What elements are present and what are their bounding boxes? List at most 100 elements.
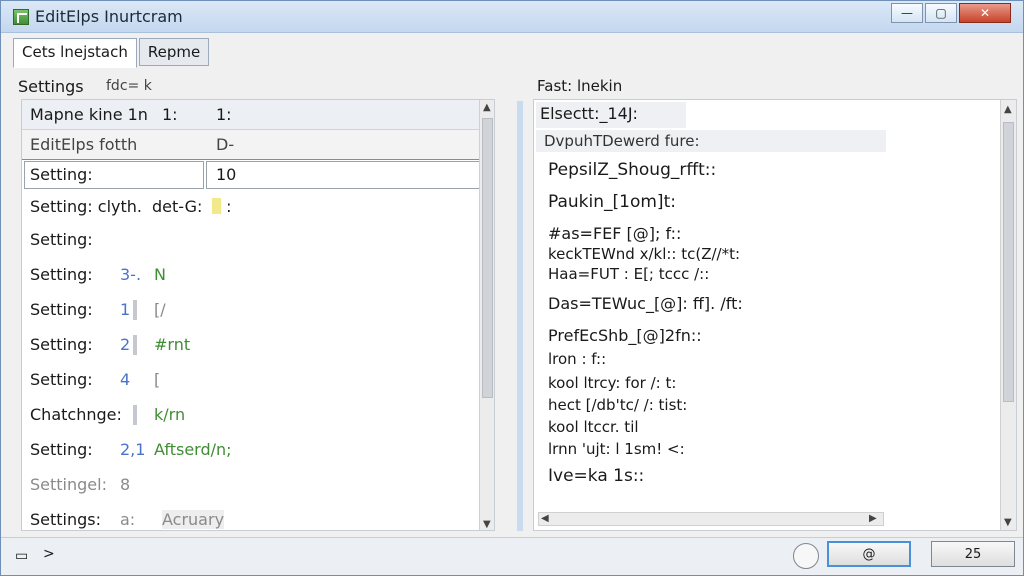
table-row[interactable]: Setting: 4 [ bbox=[22, 365, 494, 395]
row-label: Settings: bbox=[30, 510, 102, 529]
list-item: PrefEcShb_[@]2fn:: bbox=[548, 326, 702, 345]
settings-heading-text: Settings bbox=[18, 77, 84, 96]
settings-grid: Mapne kine 1n 1: 1: EditElps fotth D- Se… bbox=[21, 99, 495, 531]
table-row[interactable]: Settings: a: Acruary bbox=[22, 505, 494, 530]
document-icon[interactable]: ▭ bbox=[15, 548, 28, 564]
window-controls: — ▢ ✕ bbox=[889, 3, 1011, 23]
list-item: hect [/db'tc/ /: tist: bbox=[548, 396, 688, 414]
fast-panel: Fast: lnekin Elsectt:_14J: DvpuhTDewerd … bbox=[531, 67, 1021, 535]
status-radio[interactable] bbox=[793, 543, 819, 569]
row-value: 2,1 bbox=[120, 440, 146, 459]
settings-panel: Settings fdc= k Mapne kine 1n 1: 1: Edit… bbox=[13, 67, 517, 535]
page-button[interactable]: 25 bbox=[931, 541, 1015, 567]
row-extra: #rnt bbox=[154, 335, 191, 354]
close-button[interactable]: ✕ bbox=[959, 3, 1011, 23]
row-divider-icon bbox=[130, 300, 140, 320]
grid-sub-col3: D- bbox=[216, 135, 235, 154]
row-divider-icon bbox=[130, 335, 140, 355]
edit-row-label: Setting: bbox=[30, 165, 93, 184]
edit-row-value-cell[interactable] bbox=[206, 161, 494, 189]
content-hscrollbar[interactable]: ◀ ▶ bbox=[538, 512, 884, 526]
edit-row-value[interactable]: 10 bbox=[216, 165, 236, 184]
row-extra: k/rn bbox=[154, 405, 186, 424]
table-row[interactable]: Setting: 2 #rnt bbox=[22, 330, 494, 360]
minimize-button[interactable]: — bbox=[891, 3, 923, 23]
row-value: 8 bbox=[120, 475, 131, 494]
window-title: EditElps Inurtcram bbox=[35, 7, 183, 26]
row-label: Setting: bbox=[30, 335, 93, 354]
table-row[interactable]: Setting: 10 bbox=[22, 160, 494, 190]
list-item: Ive=ka 1s:: bbox=[548, 466, 645, 486]
table-row[interactable]: Settingel: 8 bbox=[22, 470, 494, 500]
grid-header-col2: 1: bbox=[162, 105, 178, 124]
row-value: det-G: bbox=[152, 197, 203, 216]
fast-heading: Fast: lnekin bbox=[537, 77, 623, 95]
row-label: Setting: bbox=[30, 370, 93, 389]
settings-scrollbar[interactable]: ▲ ▼ bbox=[479, 100, 494, 530]
grid-header-col3: 1: bbox=[216, 105, 232, 124]
settings-subheading: fdc= k bbox=[106, 78, 152, 94]
scroll-up-icon[interactable]: ▲ bbox=[1004, 104, 1012, 115]
row-value: 1 bbox=[120, 300, 131, 319]
content-sub-row: DvpuhTDewerd fure: bbox=[536, 130, 886, 152]
scroll-down-icon[interactable]: ▼ bbox=[1004, 517, 1012, 528]
table-row[interactable]: Setting: 3-. N bbox=[22, 260, 494, 290]
list-item: Das=TEWuc_[@]: ff]. /ft: bbox=[548, 294, 743, 313]
row-divider-icon bbox=[130, 405, 140, 425]
list-item: Paukin_[1om]t: bbox=[548, 192, 676, 212]
status-bar: ▭ > @ 25 bbox=[1, 537, 1023, 575]
list-item: PepsilZ_Shoug_rfft:: bbox=[548, 160, 717, 180]
list-item: lron : f:: bbox=[548, 350, 607, 368]
row-extra: [/ bbox=[154, 300, 166, 319]
row-label: Settingel: bbox=[30, 475, 107, 494]
table-row[interactable]: Chatchnge: k/rn bbox=[22, 400, 494, 430]
row-extra: [ bbox=[154, 370, 161, 389]
content-scrollbar[interactable]: ▲ ▼ bbox=[1000, 100, 1016, 530]
row-value: 2 bbox=[120, 335, 131, 354]
tab-settings[interactable]: Cets lnejstach bbox=[13, 38, 137, 68]
splitter-handle[interactable] bbox=[517, 101, 523, 531]
content-top-row: Elsectt:_14J: bbox=[536, 102, 686, 128]
app-window: EditElps Inurtcram — ▢ ✕ Cets lnejstach … bbox=[0, 0, 1024, 576]
title-bar: EditElps Inurtcram — ▢ ✕ bbox=[1, 1, 1023, 33]
list-item: lrnn 'ujt: l 1sm! <: bbox=[548, 440, 685, 458]
ok-button[interactable]: @ bbox=[827, 541, 911, 567]
row-label: Chatchnge: bbox=[30, 405, 122, 424]
grid-sub-row: EditElps fotth D- bbox=[22, 130, 494, 160]
tab-repme[interactable]: Repme bbox=[138, 38, 210, 66]
tab-strip: Cets lnejstach Repme bbox=[13, 38, 211, 68]
list-item: Haa=FUT : E[; tccc /:: bbox=[548, 265, 710, 283]
row-label: Setting: bbox=[30, 300, 93, 319]
grid-edit-icon bbox=[13, 9, 29, 25]
table-row[interactable]: Setting: bbox=[22, 225, 494, 255]
scroll-thumb[interactable] bbox=[1003, 122, 1014, 402]
row-label: Setting: bbox=[30, 265, 93, 284]
grid-sub-col1: EditElps fotth bbox=[30, 135, 138, 154]
table-row[interactable]: Setting: 2,1 Aftserd/n; bbox=[22, 435, 494, 465]
list-item: #as=FEF [@]; f:: bbox=[548, 224, 682, 243]
row-label: Setting: bbox=[30, 230, 93, 249]
row-value: 3-. bbox=[120, 265, 142, 284]
grid-header-row: Mapne kine 1n 1: 1: bbox=[22, 100, 494, 130]
scroll-right-icon[interactable]: ▶ bbox=[869, 513, 877, 524]
yellow-marker-icon: : bbox=[212, 197, 231, 216]
row-value: 4 bbox=[120, 370, 131, 389]
chevron-right-icon[interactable]: > bbox=[43, 546, 55, 562]
scroll-left-icon[interactable]: ◀ bbox=[541, 513, 549, 524]
scroll-thumb[interactable] bbox=[482, 118, 493, 398]
scroll-down-icon[interactable]: ▼ bbox=[483, 519, 491, 530]
list-item: keckTEWnd x/kl:: tc(Z//*t: bbox=[548, 245, 741, 263]
row-value: a: bbox=[120, 510, 136, 529]
table-row[interactable]: Setting: clyth. det-G: : bbox=[22, 192, 494, 222]
list-item: kool ltccr. til bbox=[548, 418, 639, 436]
scroll-up-icon[interactable]: ▲ bbox=[483, 102, 491, 113]
table-row[interactable]: Setting: 1 [/ bbox=[22, 295, 494, 325]
row-label: Setting: clyth. bbox=[30, 197, 142, 216]
row-label: Setting: bbox=[30, 440, 93, 459]
fast-content: Elsectt:_14J: DvpuhTDewerd fure: PepsilZ… bbox=[533, 99, 1017, 531]
row-extra: Acruary bbox=[162, 510, 225, 529]
settings-heading: Settings fdc= k bbox=[18, 77, 152, 96]
maximize-button[interactable]: ▢ bbox=[925, 3, 957, 23]
row-extra: Aftserd/n; bbox=[154, 440, 232, 459]
row-extra: N bbox=[154, 265, 166, 284]
